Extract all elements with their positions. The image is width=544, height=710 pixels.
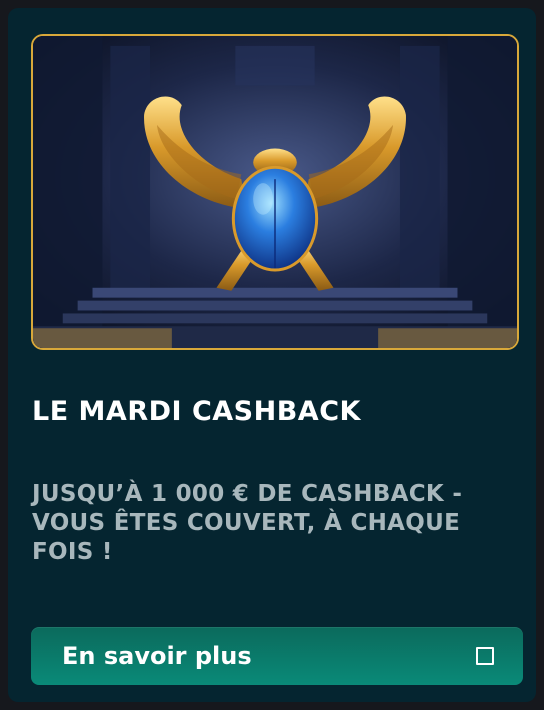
scarab-icon [33,36,517,348]
learn-more-button[interactable]: En savoir plus [31,627,523,685]
promo-title: LE MARDI CASHBACK [32,396,361,427]
promo-description: JUSQU’À 1 000 € DE CASHBACK - VOUS ÊTES … [32,481,463,565]
promo-card: LE MARDI CASHBACK JUSQU’À 1 000 € DE CAS… [8,8,536,702]
square-icon [476,647,494,665]
learn-more-label: En savoir plus [62,642,252,670]
promo-image [31,34,519,350]
